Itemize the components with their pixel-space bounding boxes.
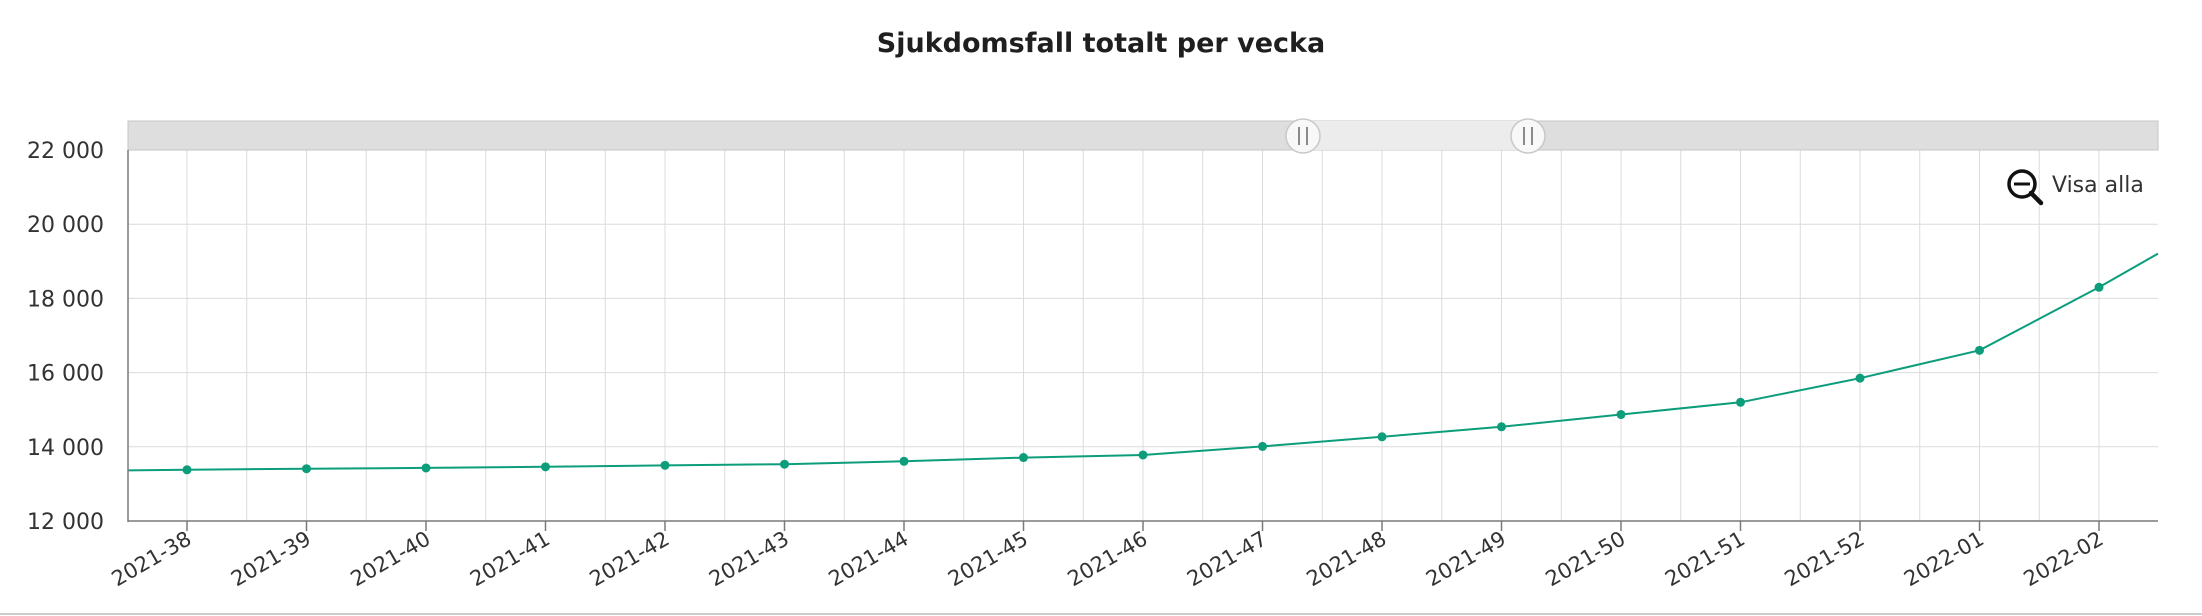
x-tick-label: 2021-46: [1064, 527, 1152, 592]
data-point[interactable]: [1019, 453, 1028, 463]
reset-zoom-label: Visa alla: [2052, 173, 2144, 198]
range-scrollbar-selection[interactable]: [1303, 121, 1528, 150]
x-tick-label: 2021-43: [705, 527, 793, 592]
data-point[interactable]: [660, 460, 670, 470]
x-tick-label: 2021-38: [108, 527, 196, 592]
x-tick-label: 2021-47: [1183, 527, 1271, 592]
x-tick-label: 2021-39: [227, 527, 315, 592]
data-point[interactable]: [1736, 397, 1745, 407]
data-point[interactable]: [1258, 441, 1267, 451]
x-tick-label: 2021-45: [944, 527, 1032, 592]
y-tick-label: 14 000: [27, 436, 104, 461]
data-point[interactable]: [302, 464, 311, 474]
y-tick-label: 22 000: [27, 139, 104, 164]
x-tick-label: 2021-41: [466, 527, 554, 592]
data-point[interactable]: [780, 459, 789, 469]
y-tick-label: 12 000: [27, 510, 104, 535]
data-point[interactable]: [421, 463, 431, 473]
y-axis-tick-labels: 12 000 14 000 16 000 18 000 20 000 22 000: [27, 139, 104, 535]
data-point[interactable]: [899, 456, 909, 466]
x-tick-label: 2022-02: [2020, 527, 2108, 592]
x-tick-label: 2021-51: [1661, 527, 1749, 592]
x-tick-label: 2021-49: [1422, 527, 1510, 592]
data-point[interactable]: [1377, 432, 1387, 442]
x-tick-label: 2021-48: [1303, 527, 1391, 592]
data-point[interactable]: [2094, 282, 2104, 292]
line-chart: Sjukdomsfall totalt per vecka 12 000 14 0…: [0, 28, 2202, 615]
x-tick-label: 2021-52: [1781, 527, 1869, 592]
range-scrollbar-track[interactable]: [127, 120, 2159, 151]
data-point[interactable]: [1616, 410, 1626, 420]
x-tick-label: 2021-44: [825, 527, 913, 592]
zoom-out-icon: [2007, 169, 2044, 206]
data-point[interactable]: [541, 462, 550, 472]
data-point[interactable]: [1975, 345, 1984, 355]
grid-lines: [128, 149, 2158, 521]
range-handle-left-knob[interactable]: [1285, 118, 1321, 154]
x-tick-label: 2021-50: [1542, 527, 1630, 592]
range-handle-left[interactable]: [1285, 118, 1321, 154]
chart-title: Sjukdomsfall totalt per vecka: [877, 28, 1325, 59]
y-tick-label: 18 000: [27, 287, 104, 312]
y-tick-label: 20 000: [27, 213, 104, 238]
reset-zoom-button[interactable]: Visa alla: [2007, 169, 2144, 206]
y-tick-label: 16 000: [27, 362, 104, 387]
range-handle-right[interactable]: [1510, 118, 1546, 154]
range-handle-right-knob[interactable]: [1510, 118, 1546, 154]
x-axis-tick-labels: 2021-38 2021-39 2021-40 2021-41 2021-42 2021-…: [108, 527, 2108, 592]
data-point[interactable]: [1138, 450, 1148, 460]
data-point[interactable]: [1497, 422, 1506, 432]
x-tick-label: 2021-40: [347, 527, 435, 592]
data-point[interactable]: [182, 465, 192, 475]
x-tick-label: 2022-01: [1900, 527, 1988, 592]
data-point[interactable]: [1855, 373, 1865, 383]
x-tick-label: 2021-42: [586, 527, 674, 592]
